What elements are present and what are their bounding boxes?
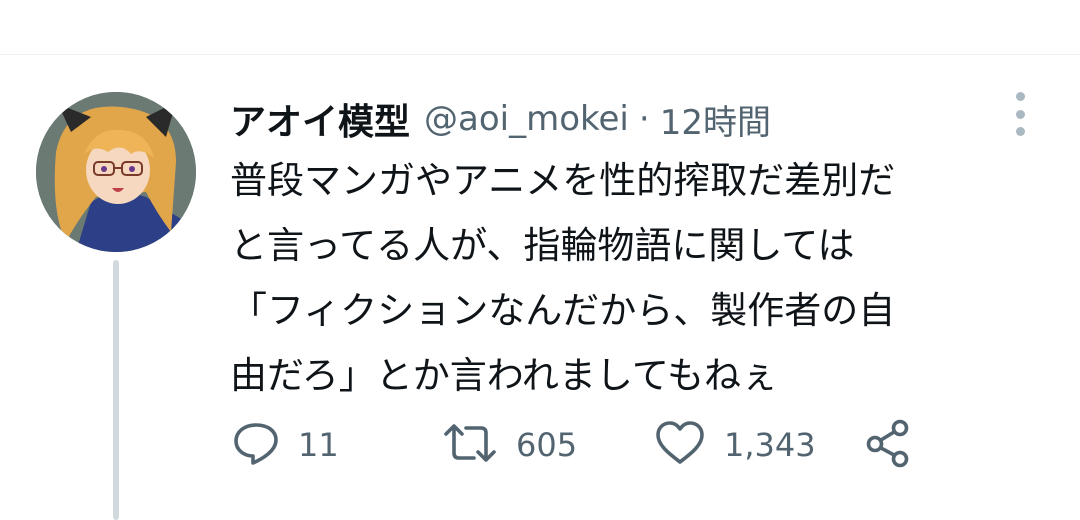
separator-dot: · [638, 99, 650, 139]
reply-button[interactable]: 11 [232, 418, 339, 472]
tweet-text-line: と言ってる人が、指輪物語に関しては [230, 224, 855, 267]
retweet-button[interactable]: 605 [442, 418, 577, 472]
share-button[interactable] [864, 418, 914, 472]
avatar-figure-image [36, 92, 196, 252]
more-dot [1015, 92, 1025, 101]
tweet-actions: 11 605 1,343 [232, 418, 932, 472]
reply-icon [232, 419, 280, 471]
more-dot [1015, 109, 1025, 119]
reply-count: 11 [298, 426, 339, 464]
more-dot [1015, 127, 1025, 136]
display-name[interactable]: アオイ模型 [230, 93, 410, 145]
tweet-text-line: 「フィクションなんだから、製作者の自 [230, 289, 896, 332]
retweet-count: 605 [516, 426, 578, 464]
more-options-icon[interactable] [1008, 92, 1032, 136]
retweet-icon [442, 419, 498, 471]
top-divider [0, 54, 1080, 55]
avatar[interactable] [36, 92, 196, 252]
share-icon [864, 418, 914, 472]
thread-line [113, 260, 119, 520]
tweet-timestamp[interactable]: 12時間 [660, 95, 771, 144]
user-handle[interactable]: @aoi_mokei [424, 99, 629, 139]
tweet-text-line: 由だろ」とか言われましてもねぇ [230, 354, 778, 397]
tweet-text: 普段マンガやアニメを性的搾取だ差別だ と言ってる人が、指輪物語に関しては 「フィ… [230, 148, 1030, 408]
like-count: 1,343 [724, 426, 816, 464]
tweet-text-line: 普段マンガやアニメを性的搾取だ差別だ [230, 159, 896, 202]
like-button[interactable]: 1,343 [654, 418, 816, 472]
heart-icon [654, 419, 706, 471]
tweet-header: アオイ模型 @aoi_mokei · 12時間 [230, 94, 771, 144]
